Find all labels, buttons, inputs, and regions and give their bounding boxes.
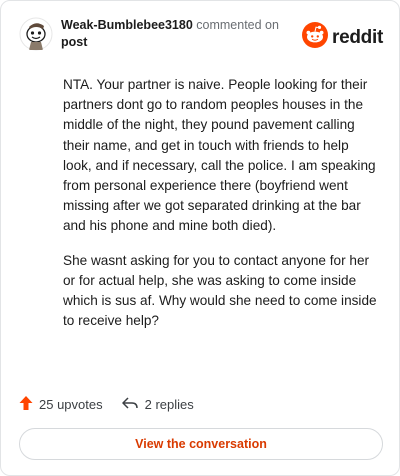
upvotes-count: 25 upvotes	[39, 396, 103, 412]
comment-header: Weak-Bumblebee3180 commented on post red…	[19, 13, 383, 53]
reddit-wordmark: reddit	[332, 26, 383, 48]
upvote-arrow-icon	[19, 395, 39, 414]
reddit-logo[interactable]: reddit	[302, 22, 383, 53]
upvotes-stat[interactable]: 25 upvotes	[19, 395, 103, 414]
post-link[interactable]: post	[61, 34, 279, 51]
reddit-snoo-icon	[302, 22, 329, 53]
replies-stat[interactable]: 2 replies	[121, 395, 194, 414]
reply-arrow-icon	[121, 395, 145, 414]
comment-body: NTA. Your partner is naive. People looki…	[63, 75, 381, 345]
view-conversation-button[interactable]: View the conversation	[19, 428, 383, 460]
commented-on-text: commented on	[196, 18, 279, 32]
username-link[interactable]: Weak-Bumblebee3180	[61, 18, 193, 32]
replies-count: 2 replies	[144, 396, 194, 412]
comment-meta: Weak-Bumblebee3180 commented on post	[61, 17, 279, 51]
comment-paragraph: NTA. Your partner is naive. People looki…	[63, 77, 376, 234]
user-avatar[interactable]	[19, 17, 53, 51]
comment-card: Weak-Bumblebee3180 commented on post red…	[0, 0, 400, 476]
comment-stats: 25 upvotes 2 replies	[19, 394, 194, 414]
comment-paragraph: She wasnt asking for you to contact anyo…	[63, 252, 377, 329]
